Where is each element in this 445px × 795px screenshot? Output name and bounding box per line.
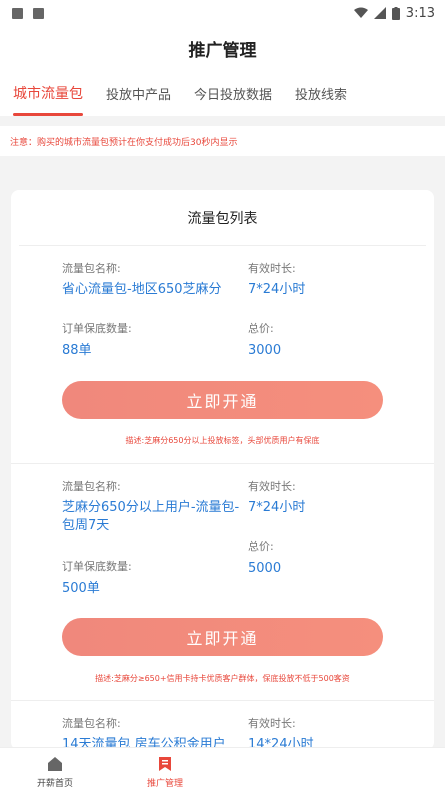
- tab-item-4[interactable]: [330, 748, 440, 795]
- package-name-label: 流量包名称:: [62, 480, 121, 493]
- bottom-tab-bar: 开薪首页 推广管理: [0, 747, 445, 795]
- package-name-label: 流量包名称:: [62, 262, 121, 275]
- orders-value: 500单: [62, 581, 100, 596]
- package-item: 流量包名称: 芝麻分650分以上用户-流量包-包周7天 有效时长: 7*24小时…: [11, 464, 434, 701]
- tab-item-3[interactable]: [220, 748, 330, 795]
- tab-today-data[interactable]: 今日投放数据: [194, 70, 272, 116]
- package-description: 描述:芝麻分650分以上投放标签，头部优质用户有保底: [125, 436, 320, 445]
- duration-label: 有效时长:: [248, 480, 296, 493]
- activate-button[interactable]: 立即开通: [62, 381, 383, 419]
- battery-icon: [391, 6, 400, 20]
- app-header: 推广管理: [0, 26, 445, 70]
- tab-promotion[interactable]: 推广管理: [110, 748, 220, 795]
- tab-promotion-label: 推广管理: [146, 778, 183, 789]
- tab-home[interactable]: 开薪首页: [0, 748, 110, 795]
- bookmark-icon: [159, 756, 171, 771]
- package-name: 芝麻分650分以上用户-流量包-包周7天: [62, 500, 240, 533]
- signal-icon: [373, 7, 386, 19]
- package-item: 流量包名称: 省心流量包-地区650芝麻分 有效时长: 7*24小时 订单保底数…: [11, 246, 434, 464]
- tab-city-traffic[interactable]: 城市流量包: [13, 70, 83, 116]
- card-title: 流量包列表: [19, 190, 426, 246]
- price-value: 5000: [248, 561, 282, 576]
- price-value: 3000: [248, 343, 282, 358]
- home-icon: [48, 756, 62, 771]
- tab-leads[interactable]: 投放线索: [295, 70, 347, 116]
- tab-home-label: 开薪首页: [36, 778, 73, 789]
- duration-value: 7*24小时: [248, 500, 306, 515]
- wifi-icon: [353, 7, 368, 18]
- orders-label: 订单保底数量:: [62, 560, 132, 573]
- status-bar: 3:13: [0, 0, 445, 26]
- orders-label: 订单保底数量:: [62, 322, 132, 335]
- duration-label: 有效时长:: [248, 262, 296, 275]
- package-name-label: 流量包名称:: [62, 717, 121, 730]
- activate-button[interactable]: 立即开通: [62, 618, 383, 656]
- package-item: 流量包名称: 14天流量包 房车公积金用户 有效时长: 14*24小时: [11, 701, 434, 750]
- tab-bar: 城市流量包 投放中产品 今日投放数据 投放线索: [0, 70, 445, 116]
- price-label: 总价:: [248, 322, 274, 335]
- duration-value: 7*24小时: [248, 282, 306, 297]
- page-title: 推广管理: [188, 40, 257, 61]
- package-name: 省心流量包-地区650芝麻分: [62, 282, 222, 297]
- package-description: 描述:芝麻分≥650+信用卡持卡优质客户群体，保底投放不低于500客资: [95, 674, 350, 683]
- notice-text: 注意：购买的城市流量包预计在你支付成功后30秒内显示: [0, 126, 445, 156]
- text-icon: [33, 7, 44, 19]
- status-time: 3:13: [405, 5, 435, 21]
- orders-value: 88单: [62, 343, 92, 358]
- tab-in-delivery[interactable]: 投放中产品: [106, 70, 171, 116]
- price-label: 总价:: [248, 540, 274, 553]
- image-icon: [12, 7, 23, 19]
- duration-label: 有效时长:: [248, 717, 296, 730]
- package-list-card: 流量包列表 流量包名称: 省心流量包-地区650芝麻分 有效时长: 7*24小时…: [11, 190, 434, 750]
